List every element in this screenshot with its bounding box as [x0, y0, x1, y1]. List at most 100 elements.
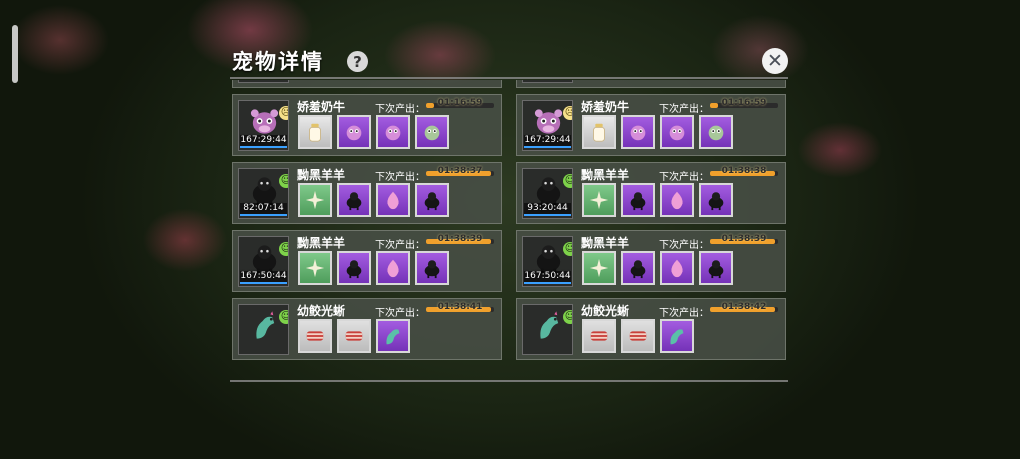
pet-timer: 93:20:44: [524, 203, 571, 216]
pet-card[interactable]: ☺ 幼鲛光蜥 下次产出： 01:38:41: [232, 298, 502, 360]
pet-card[interactable]: ☺ 幼鲛光蜥 下次产出： 01:38:42: [516, 298, 786, 360]
lizard-item[interactable]: [660, 319, 694, 353]
pet-portrait[interactable]: 167:50:44 ☺: [238, 236, 289, 287]
pet-portrait[interactable]: 167:29:44 ☹: [238, 100, 289, 151]
product-items: [298, 319, 410, 353]
pink-fluff-item[interactable]: [376, 115, 410, 149]
pet-card[interactable]: 167:29:44 ☹ 娇羞奶牛 下次产出： 01:16:59: [232, 94, 502, 156]
green-fluff-icon: [708, 125, 724, 141]
pet-portrait[interactable]: 167:29:44: [522, 80, 573, 83]
wool-leaf-item[interactable]: [298, 251, 332, 285]
pink-egg-item[interactable]: [376, 251, 410, 285]
panel-title: 宠物详情: [232, 50, 324, 74]
black-sheep-item[interactable]: [337, 183, 371, 217]
wool-leaf-item[interactable]: [582, 251, 616, 285]
lizard-pet-icon: [540, 311, 559, 339]
pink-egg-item[interactable]: [376, 183, 410, 217]
pet-timer: 167:50:44: [524, 271, 571, 284]
output-progress-bar: 01:38:42: [710, 302, 778, 312]
black-sheep-item[interactable]: [337, 251, 371, 285]
pet-portrait[interactable]: 167:50:44 ☺: [522, 236, 573, 287]
meat-icon: [590, 331, 608, 341]
happy-face-icon: ☺: [279, 242, 288, 256]
happy-face-icon: ☺: [563, 242, 572, 256]
pet-list[interactable]: 167:29:44 167:29:44 ☹ 娇羞奶牛下次产出： 01:16:59 82:0…: [232, 80, 788, 378]
wool-leaf-item[interactable]: [582, 183, 616, 217]
pink-egg-item[interactable]: [660, 183, 694, 217]
milk-bottle-item[interactable]: [582, 115, 616, 149]
output-progress-bar: 01:38:39: [426, 234, 494, 244]
pet-name: 幼鲛光蜥: [581, 304, 630, 318]
pet-name: 黝黑羊羊: [297, 168, 346, 182]
side-scroll-handle[interactable]: [12, 25, 18, 83]
pet-portrait[interactable]: 93:20:44 ☺: [522, 168, 573, 219]
pet-timer: 167:29:44: [524, 135, 571, 148]
help-icon[interactable]: ?: [347, 51, 368, 72]
pet-timer: 167:29:44: [240, 135, 287, 148]
milk-bottle-icon: [593, 123, 605, 142]
product-items: [582, 183, 733, 217]
pink-fluff-icon: [669, 125, 685, 141]
pet-card[interactable]: 167:50:44 ☺ 黝黑羊羊 下次产出： 01:38:39: [516, 230, 786, 292]
output-countdown: 01:38:42: [721, 302, 767, 312]
cow-pet-icon: [250, 109, 279, 134]
output-progress-bar: 01:16:59: [710, 98, 778, 108]
pet-card[interactable]: 93:20:44 ☺ 黝黑羊羊 下次产出： 01:38:38: [516, 162, 786, 224]
pet-card[interactable]: 167:50:44 ☺ 黝黑羊羊 下次产出： 01:38:39: [232, 230, 502, 292]
pet-portrait[interactable]: ☺: [522, 304, 573, 355]
black-sheep-item[interactable]: [699, 183, 733, 217]
meat-item[interactable]: [337, 319, 371, 353]
pink-fluff-item[interactable]: [621, 115, 655, 149]
pet-card[interactable]: 167:29:44 ☹ 娇羞奶牛 下次产出： 01:16:59: [516, 94, 786, 156]
meat-item[interactable]: [298, 319, 332, 353]
product-items: [582, 251, 733, 285]
pet-card[interactable]: 167:29:44: [232, 80, 502, 88]
black-sheep-icon: [346, 260, 362, 279]
pink-fluff-item[interactable]: [660, 115, 694, 149]
wool-leaf-item[interactable]: [298, 183, 332, 217]
output-countdown: 01:38:41: [437, 302, 483, 312]
pet-portrait[interactable]: ☺: [238, 304, 289, 355]
pink-egg-icon: [387, 259, 399, 278]
meat-item[interactable]: [621, 319, 655, 353]
milk-bottle-item[interactable]: [298, 115, 332, 149]
black-sheep-icon: [630, 192, 646, 211]
pet-timer: 167:50:44: [240, 271, 287, 284]
pink-egg-icon: [671, 191, 683, 210]
green-fluff-item[interactable]: [415, 115, 449, 149]
pink-egg-item[interactable]: [660, 251, 694, 285]
sheep-pet-icon: [252, 245, 277, 274]
next-output-label: 下次产出：: [375, 308, 425, 319]
pet-portrait[interactable]: 167:29:44: [238, 80, 289, 83]
black-sheep-item[interactable]: [699, 251, 733, 285]
lizard-item[interactable]: [376, 319, 410, 353]
black-sheep-item[interactable]: [415, 251, 449, 285]
meat-icon: [629, 331, 647, 341]
black-sheep-item[interactable]: [415, 183, 449, 217]
sheep-pet-icon: [252, 177, 277, 206]
output-countdown: 01:16:59: [721, 98, 767, 108]
output-countdown: 01:38:39: [721, 234, 767, 244]
pet-card[interactable]: 167:29:44: [516, 80, 786, 88]
output-progress-bar: 01:38:39: [710, 234, 778, 244]
black-sheep-item[interactable]: [621, 183, 655, 217]
pink-egg-icon: [387, 191, 399, 210]
pink-fluff-icon: [630, 125, 646, 141]
meat-item[interactable]: [582, 319, 616, 353]
product-items: [582, 319, 694, 353]
sheep-pet-icon: [536, 177, 561, 206]
lizard-icon: [386, 329, 400, 345]
close-icon[interactable]: ✕: [762, 48, 788, 74]
black-sheep-item[interactable]: [621, 251, 655, 285]
pet-portrait[interactable]: 167:29:44 ☹: [522, 100, 573, 151]
cow-pet-icon: [534, 109, 563, 134]
green-fluff-item[interactable]: [699, 115, 733, 149]
wool-leaf-icon: [589, 258, 609, 278]
pink-fluff-item[interactable]: [337, 115, 371, 149]
happy-face-icon: ☺: [279, 174, 288, 188]
pet-card[interactable]: 82:07:14 ☺ 黝黑羊羊 下次产出： 01:38:37: [232, 162, 502, 224]
pet-name: 娇羞奶牛: [297, 100, 346, 114]
pet-portrait[interactable]: 82:07:14 ☺: [238, 168, 289, 219]
black-sheep-icon: [708, 192, 724, 211]
sad-face-icon: ☹: [563, 106, 572, 120]
